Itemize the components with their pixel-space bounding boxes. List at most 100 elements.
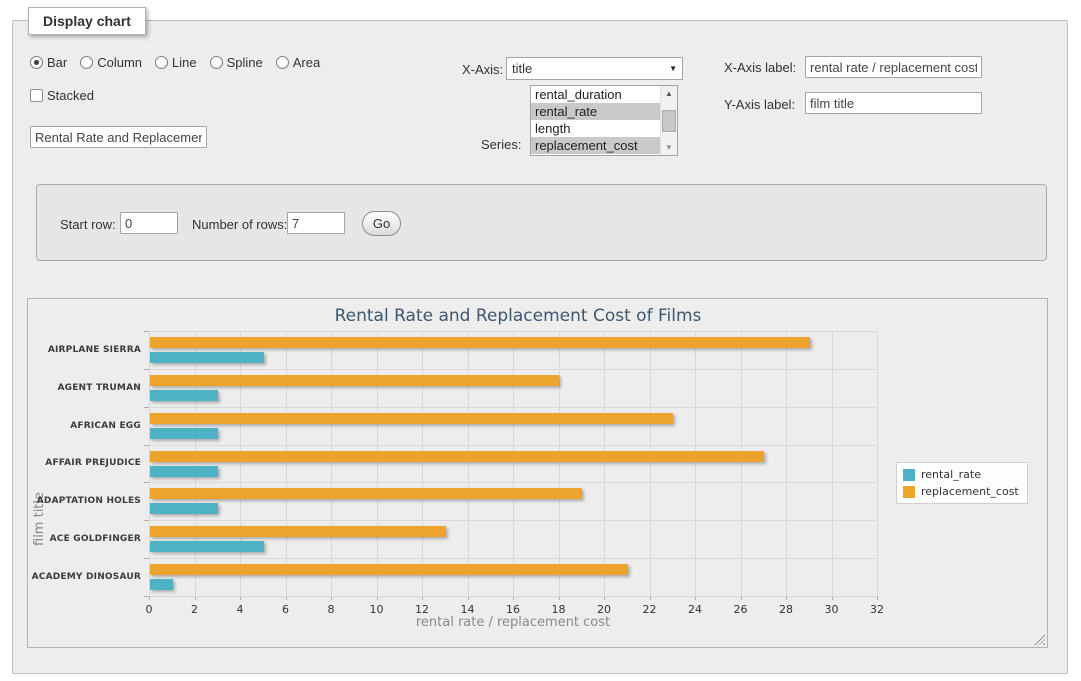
radio-icon[interactable] <box>30 56 43 69</box>
bar-rental_rate[interactable] <box>150 466 218 477</box>
x-axis-label-input[interactable] <box>805 56 982 78</box>
chart-type-radio-line[interactable]: Line <box>155 55 197 70</box>
scroll-down-icon[interactable]: ▼ <box>661 140 677 155</box>
legend-item-rental_rate[interactable]: rental_rate <box>903 468 1019 481</box>
number-of-rows-label: Number of rows: <box>192 217 287 232</box>
x-tick-label: 26 <box>726 603 756 616</box>
category-label: AGENT TRUMAN <box>28 369 141 407</box>
x-axis-select[interactable]: title ▼ <box>506 57 683 80</box>
bar-replacement_cost[interactable] <box>150 451 764 462</box>
stacked-label: Stacked <box>47 88 94 103</box>
x-tick-label: 12 <box>407 603 437 616</box>
x-tick-label: 2 <box>180 603 210 616</box>
x-tick-label: 24 <box>680 603 710 616</box>
y-axis-tickmark <box>144 520 149 521</box>
bar-rental_rate[interactable] <box>150 503 218 514</box>
gridline-horizontal <box>149 445 877 446</box>
gridline-vertical <box>286 331 287 596</box>
gridline-vertical <box>604 331 605 596</box>
start-row-input[interactable] <box>120 212 178 234</box>
x-tick-label: 18 <box>544 603 574 616</box>
gridline-vertical <box>559 331 560 596</box>
bar-replacement_cost[interactable] <box>150 413 673 424</box>
radio-icon[interactable] <box>210 56 223 69</box>
legend-swatch-icon <box>903 469 915 481</box>
gridline-horizontal <box>149 596 877 597</box>
radio-icon[interactable] <box>276 56 289 69</box>
category-label: ACE GOLDFINGER <box>28 520 141 558</box>
gridline-vertical <box>513 331 514 596</box>
gridline-vertical <box>149 331 150 596</box>
x-tick-label: 8 <box>316 603 346 616</box>
x-tick-label: 20 <box>589 603 619 616</box>
legend-item-replacement_cost[interactable]: replacement_cost <box>903 485 1019 498</box>
bar-replacement_cost[interactable] <box>150 375 559 386</box>
chart-title-input[interactable] <box>30 126 207 148</box>
bar-rental_rate[interactable] <box>150 541 264 552</box>
x-axis-label-label: X-Axis label: <box>724 60 796 75</box>
scrollbar-thumb[interactable] <box>662 110 676 132</box>
legend-label: rental_rate <box>921 468 981 481</box>
series-listbox-label: Series: <box>481 137 521 152</box>
chart-type-radio-bar[interactable]: Bar <box>30 55 67 70</box>
chart-type-radio-group: Bar Column Line Spline Area <box>30 55 320 70</box>
gridline-horizontal <box>149 558 877 559</box>
scroll-up-icon[interactable]: ▲ <box>661 86 677 101</box>
x-axis-select-label: X-Axis: <box>462 62 503 77</box>
x-tick-label: 28 <box>771 603 801 616</box>
gridline-vertical <box>832 331 833 596</box>
listbox-scrollbar[interactable]: ▲ ▼ <box>660 86 677 155</box>
y-axis-label-input[interactable] <box>805 92 982 114</box>
number-of-rows-input[interactable] <box>287 212 345 234</box>
bar-replacement_cost[interactable] <box>150 337 810 348</box>
bar-replacement_cost[interactable] <box>150 488 582 499</box>
bar-replacement_cost[interactable] <box>150 526 446 537</box>
go-button[interactable]: Go <box>362 211 401 236</box>
y-axis-tickmark <box>144 558 149 559</box>
bar-rental_rate[interactable] <box>150 428 218 439</box>
gridline-vertical <box>240 331 241 596</box>
x-tick-label: 30 <box>817 603 847 616</box>
fieldset-legend: Display chart <box>28 7 146 35</box>
chart-type-radio-column[interactable]: Column <box>80 55 142 70</box>
series-option-length[interactable]: length <box>531 120 660 137</box>
category-label: AIRPLANE SIERRA <box>28 331 141 369</box>
bar-replacement_cost[interactable] <box>150 564 628 575</box>
gridline-horizontal <box>149 407 877 408</box>
chart-legend[interactable]: rental_rate replacement_cost <box>896 462 1028 504</box>
gridline-vertical <box>786 331 787 596</box>
series-option-rental_duration[interactable]: rental_duration <box>531 86 660 103</box>
gridline-vertical <box>422 331 423 596</box>
y-axis-tickmark <box>144 445 149 446</box>
radio-icon[interactable] <box>80 56 93 69</box>
category-label: ACADEMY DINOSAUR <box>28 558 141 596</box>
gridline-vertical <box>650 331 651 596</box>
gridline-horizontal <box>149 482 877 483</box>
x-tick-label: 4 <box>225 603 255 616</box>
gridline-vertical <box>195 331 196 596</box>
bar-rental_rate[interactable] <box>150 579 173 590</box>
chart-type-radio-spline[interactable]: Spline <box>210 55 263 70</box>
series-option-rental_rate[interactable]: rental_rate <box>531 103 660 120</box>
y-axis-tickmark <box>144 596 149 597</box>
x-tick-label: 0 <box>134 603 164 616</box>
legend-label: replacement_cost <box>921 485 1019 498</box>
x-tick-label: 10 <box>362 603 392 616</box>
radio-icon[interactable] <box>155 56 168 69</box>
gridline-horizontal <box>149 520 877 521</box>
chart-type-radio-area[interactable]: Area <box>276 55 320 70</box>
series-listbox[interactable]: rental_durationrental_ratelengthreplacem… <box>530 85 678 156</box>
bar-rental_rate[interactable] <box>150 390 218 401</box>
radio-label: Spline <box>227 55 263 70</box>
bar-rental_rate[interactable] <box>150 352 264 363</box>
plot-area: 02468101214161820222426283032AIRPLANE SI… <box>28 299 1047 647</box>
stacked-checkbox-row[interactable]: Stacked <box>30 88 94 103</box>
x-axis-tickmark <box>877 596 878 600</box>
page: Display chart Bar Column Line Spline Area St… <box>0 0 1081 681</box>
chart-panel: Rental Rate and Replacement Cost of Film… <box>27 298 1048 648</box>
x-tick-label: 22 <box>635 603 665 616</box>
x-tick-label: 14 <box>453 603 483 616</box>
stacked-checkbox[interactable] <box>30 89 43 102</box>
series-option-replacement_cost[interactable]: replacement_cost <box>531 137 660 154</box>
x-tick-label: 32 <box>862 603 892 616</box>
